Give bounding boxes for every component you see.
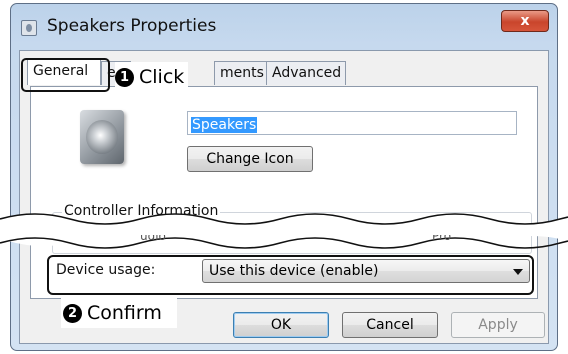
cancel-button[interactable]: Cancel — [342, 312, 438, 338]
apply-button[interactable]: Apply — [451, 312, 545, 338]
device-name-value: Speakers — [191, 117, 258, 133]
tab-advanced[interactable]: Advanced — [266, 61, 346, 85]
dropdown-arrow-icon — [513, 269, 523, 275]
step1-text: Click — [139, 66, 185, 88]
change-icon-button[interactable]: Change Icon — [187, 146, 313, 172]
step2-number: 2 — [63, 303, 82, 323]
ok-button[interactable]: OK — [233, 312, 329, 338]
device-usage-label: Device usage: — [56, 262, 156, 278]
image-break-wave — [0, 213, 568, 249]
device-name-field[interactable]: Speakers — [187, 111, 517, 135]
device-usage-dropdown[interactable]: Use this device (enable) — [202, 259, 530, 283]
step1-callout: 1 Click — [115, 62, 189, 92]
step1-number: 1 — [115, 67, 134, 87]
close-button[interactable]: x — [501, 10, 549, 32]
speaker-icon — [72, 110, 130, 166]
step2-callout: 2 Confirm — [61, 298, 177, 328]
step2-text: Confirm — [87, 302, 162, 324]
speaker-properties-icon — [21, 20, 37, 36]
window-title: Speakers Properties — [47, 16, 217, 36]
device-usage-value: Use this device (enable) — [209, 263, 379, 279]
general-tab-highlight — [21, 58, 110, 92]
title-bar[interactable]: Speakers Properties x — [11, 4, 557, 46]
